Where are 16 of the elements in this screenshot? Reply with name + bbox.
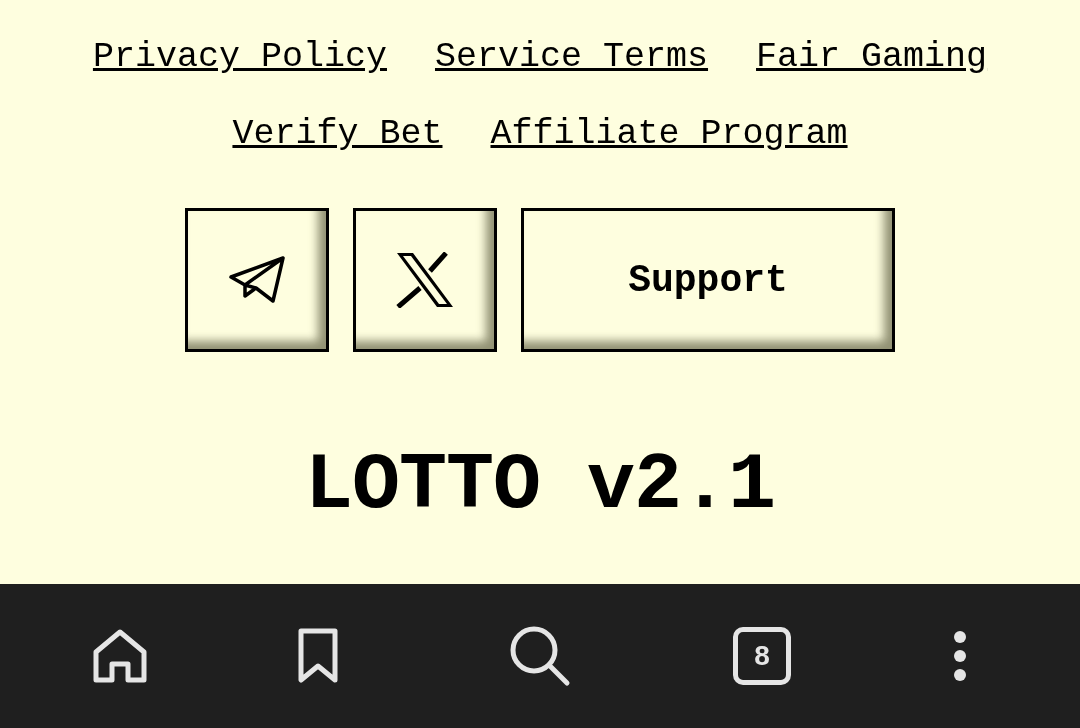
telegram-icon — [228, 255, 286, 305]
footer-link[interactable]: Fair Gaming — [756, 40, 988, 75]
bookmark-icon[interactable] — [298, 628, 338, 684]
footer-link[interactable]: Service Terms — [435, 40, 709, 75]
telegram-button[interactable] — [185, 208, 329, 352]
tab-count-button[interactable]: 8 — [733, 627, 791, 685]
x-logo-icon — [395, 252, 455, 308]
site-title: LOTTO v2.1 — [304, 446, 776, 526]
footer-link[interactable]: Affiliate Program — [490, 117, 848, 152]
search-icon[interactable] — [509, 625, 571, 687]
home-icon[interactable] — [92, 628, 148, 684]
support-button[interactable]: Support — [521, 208, 895, 352]
menu-icon[interactable] — [953, 631, 967, 681]
footer-link[interactable]: Privacy Policy — [92, 40, 387, 75]
footer-link[interactable]: Verify Bet — [232, 117, 443, 152]
x-button[interactable] — [353, 208, 497, 352]
